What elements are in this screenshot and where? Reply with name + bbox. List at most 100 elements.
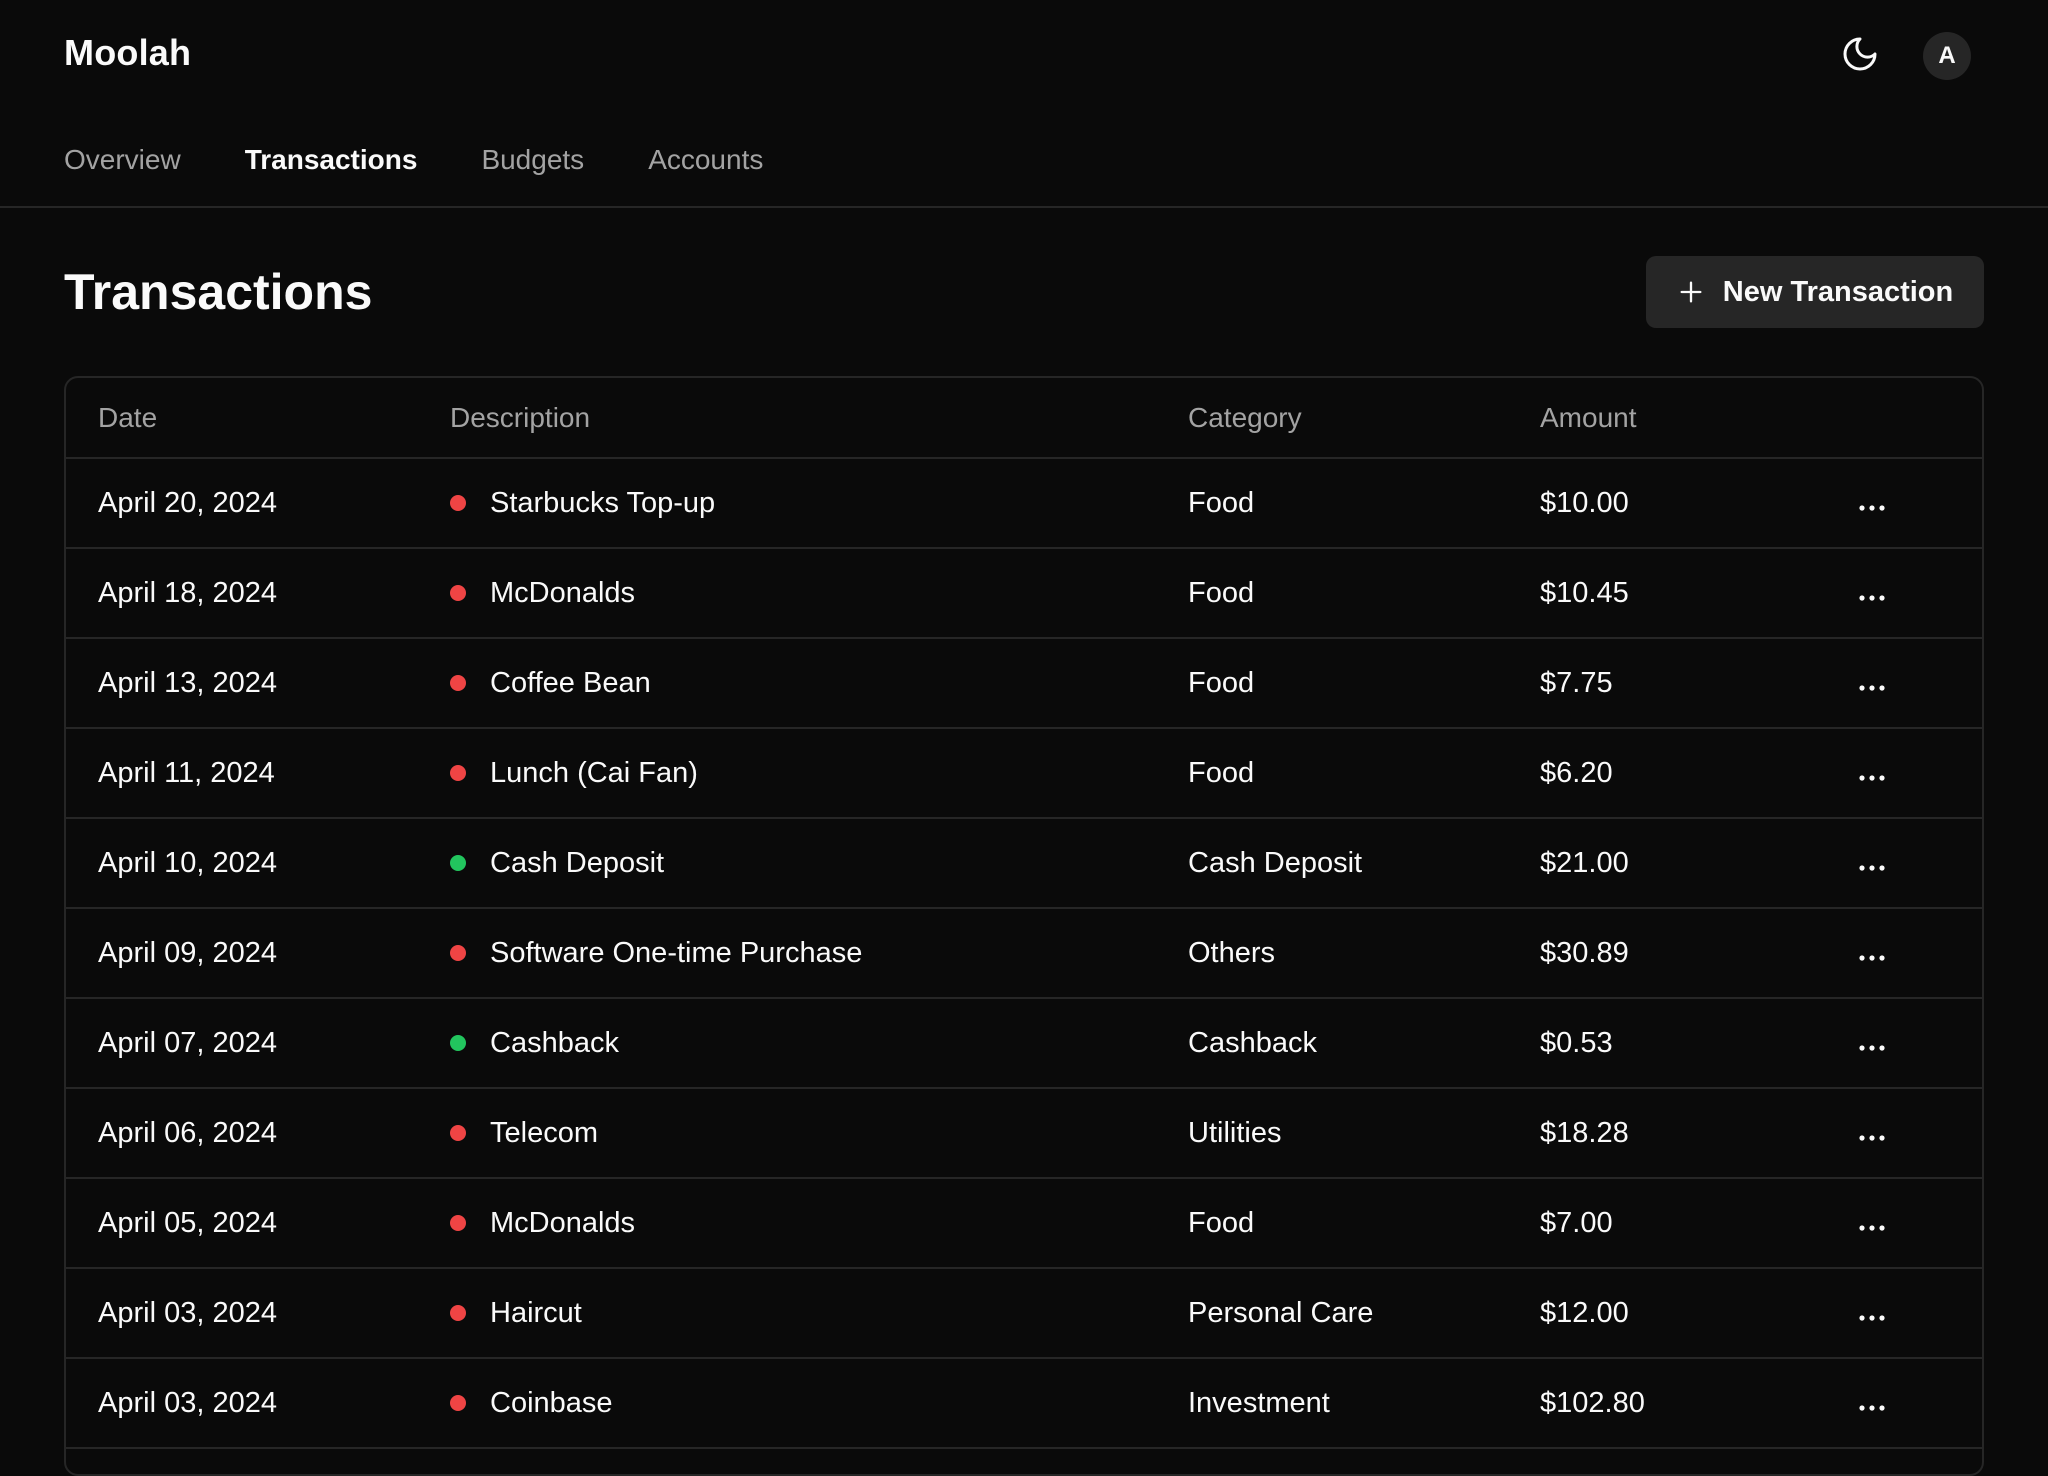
header-divider	[0, 206, 2048, 208]
transaction-description: Telecom	[490, 1116, 598, 1149]
transaction-description: Software One-time Purchase	[490, 936, 863, 969]
expense-indicator-dot	[450, 1215, 466, 1231]
table-row[interactable]: April 11, 2024 Lunch (Cai Fan) Food $6.20	[66, 728, 1982, 819]
theme-toggle-button[interactable]	[1836, 32, 1884, 80]
transaction-category: Personal Care	[1188, 1268, 1540, 1359]
expense-indicator-dot	[450, 1125, 466, 1141]
expense-indicator-dot	[450, 1395, 466, 1411]
more-horizontal-icon	[1858, 937, 1886, 970]
row-actions-cell	[1830, 458, 1982, 549]
transaction-description-cell: McDonalds	[450, 1178, 1188, 1269]
transaction-amount: $0.53	[1540, 998, 1830, 1089]
nav-tab-budgets[interactable]: Budgets	[481, 138, 584, 182]
table-row[interactable]: April 06, 2024 Telecom Utilities $18.28	[66, 1088, 1982, 1179]
transaction-category: Food	[1188, 458, 1540, 549]
row-actions-cell	[1830, 998, 1982, 1089]
more-horizontal-icon	[1858, 1027, 1886, 1060]
transaction-category: Food	[1188, 638, 1540, 729]
row-actions-button[interactable]	[1830, 1203, 1982, 1243]
more-horizontal-icon	[1858, 1207, 1886, 1240]
transaction-date: April 13, 2024	[66, 638, 450, 729]
nav-tab-transactions[interactable]: Transactions	[245, 138, 418, 182]
table-row[interactable]: April 03, 2024 Coinbase Investment $102.80	[66, 1358, 1982, 1449]
main-nav: Overview Transactions Budgets Accounts	[64, 138, 827, 182]
transaction-amount: $30.89	[1540, 908, 1830, 999]
row-actions-cell	[1830, 728, 1982, 819]
transaction-description-cell: Haircut	[450, 1268, 1188, 1359]
row-actions-button[interactable]	[1830, 1383, 1982, 1423]
transaction-date: April 11, 2024	[66, 728, 450, 819]
more-horizontal-icon	[1858, 1387, 1886, 1420]
transaction-category: Cashback	[1188, 998, 1540, 1089]
row-actions-cell	[1830, 908, 1982, 999]
table-row[interactable]: April 09, 2024 Software One-time Purchase…	[66, 908, 1982, 999]
row-actions-cell	[1830, 1178, 1982, 1269]
transaction-description-cell: Coinbase	[450, 1358, 1188, 1449]
income-indicator-dot	[450, 855, 466, 871]
transaction-description: Lunch (Cai Fan)	[490, 756, 698, 789]
row-actions-button[interactable]	[1830, 573, 1982, 613]
transactions-table-body: April 20, 2024 Starbucks Top-up Food $10.00…	[66, 458, 1982, 1449]
table-row[interactable]: April 13, 2024 Coffee Bean Food $7.75	[66, 638, 1982, 729]
transaction-category: Food	[1188, 728, 1540, 819]
transaction-amount: $10.00	[1540, 458, 1830, 549]
row-actions-cell	[1830, 638, 1982, 729]
row-actions-button[interactable]	[1830, 1293, 1982, 1333]
row-actions-button[interactable]	[1830, 933, 1982, 973]
row-actions-button[interactable]	[1830, 1023, 1982, 1063]
plus-icon	[1677, 278, 1705, 306]
nav-tab-accounts[interactable]: Accounts	[648, 138, 763, 182]
row-actions-button[interactable]	[1830, 1113, 1982, 1153]
column-header-description[interactable]: Description	[450, 378, 1188, 459]
transaction-date: April 05, 2024	[66, 1178, 450, 1269]
new-transaction-button[interactable]: New Transaction	[1646, 256, 1984, 328]
moon-icon	[1840, 34, 1880, 79]
transaction-amount: $10.45	[1540, 548, 1830, 639]
transaction-description: Starbucks Top-up	[490, 486, 716, 519]
column-header-category[interactable]: Category	[1188, 378, 1540, 459]
row-actions-cell	[1830, 1358, 1982, 1449]
transaction-description-cell: Lunch (Cai Fan)	[450, 728, 1188, 819]
transaction-amount: $7.00	[1540, 1178, 1830, 1269]
table-row[interactable]: April 03, 2024 Haircut Personal Care $12.00	[66, 1268, 1982, 1359]
table-row[interactable]: April 20, 2024 Starbucks Top-up Food $10.00	[66, 458, 1982, 549]
row-actions-button[interactable]	[1830, 663, 1982, 703]
transaction-amount: $7.75	[1540, 638, 1830, 729]
app-logo[interactable]: Moolah	[64, 32, 191, 74]
transaction-date: April 07, 2024	[66, 998, 450, 1089]
table-row[interactable]: April 05, 2024 McDonalds Food $7.00	[66, 1178, 1982, 1269]
transaction-description: McDonalds	[490, 576, 636, 609]
transaction-category: Cash Deposit	[1188, 818, 1540, 909]
row-actions-button[interactable]	[1830, 753, 1982, 793]
avatar[interactable]: A	[1923, 32, 1971, 80]
transaction-date: April 18, 2024	[66, 548, 450, 639]
transaction-description: Coffee Bean	[490, 666, 651, 699]
row-actions-cell	[1830, 548, 1982, 639]
row-actions-button[interactable]	[1830, 483, 1982, 523]
row-actions-cell	[1830, 818, 1982, 909]
page-title: Transactions	[64, 264, 373, 320]
new-transaction-label: New Transaction	[1722, 275, 1954, 308]
expense-indicator-dot	[450, 495, 466, 511]
income-indicator-dot	[450, 1035, 466, 1051]
transaction-date: April 09, 2024	[66, 908, 450, 999]
more-horizontal-icon	[1858, 487, 1886, 520]
transaction-category: Food	[1188, 1178, 1540, 1269]
more-horizontal-icon	[1858, 667, 1886, 700]
nav-tab-overview[interactable]: Overview	[64, 138, 181, 182]
expense-indicator-dot	[450, 1305, 466, 1321]
transaction-date: April 03, 2024	[66, 1268, 450, 1359]
transaction-amount: $21.00	[1540, 818, 1830, 909]
transaction-description-cell: Telecom	[450, 1088, 1188, 1179]
transaction-description-cell: Starbucks Top-up	[450, 458, 1188, 549]
table-row[interactable]: April 18, 2024 McDonalds Food $10.45	[66, 548, 1982, 639]
column-header-amount[interactable]: Amount	[1540, 378, 1830, 459]
transactions-table: Date Description Category Amount April 2…	[64, 376, 1984, 1476]
table-header-row: Date Description Category Amount	[66, 378, 1982, 459]
more-horizontal-icon	[1858, 577, 1886, 610]
transaction-description: Cashback	[490, 1026, 619, 1059]
row-actions-button[interactable]	[1830, 843, 1982, 883]
table-row[interactable]: April 10, 2024 Cash Deposit Cash Deposit $2…	[66, 818, 1982, 909]
table-row[interactable]: April 07, 2024 Cashback Cashback $0.53	[66, 998, 1982, 1089]
column-header-date[interactable]: Date	[66, 378, 450, 459]
